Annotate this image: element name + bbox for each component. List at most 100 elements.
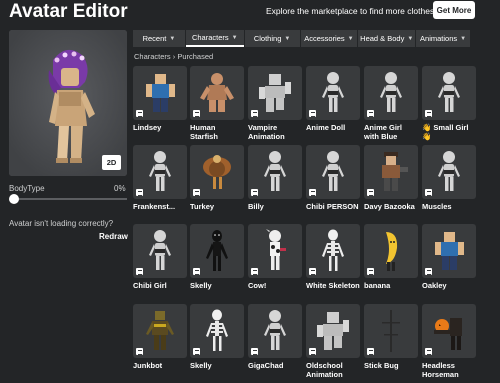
tab-label: Characters (191, 33, 229, 42)
owned-badge-icon (251, 348, 258, 355)
tab-label: Head & Body (360, 34, 405, 43)
tab-animations[interactable]: Animations ▼ (416, 30, 470, 47)
character-card[interactable]: Billy (248, 145, 302, 211)
character-card[interactable]: Oakley (422, 224, 476, 290)
character-card[interactable]: Junkbot (133, 304, 187, 370)
character-card[interactable]: Davy Bazooka (364, 145, 418, 211)
owned-badge-icon (309, 110, 316, 117)
character-card[interactable]: banana (364, 224, 418, 290)
character-name: Cow! (248, 281, 267, 290)
character-thumbnail[interactable] (364, 145, 418, 199)
character-card[interactable]: Cow! (248, 224, 302, 290)
character-thumbnail[interactable] (133, 66, 187, 120)
character-thumbnail[interactable] (248, 304, 302, 358)
tab-label: Recent (142, 34, 167, 43)
character-thumbnail[interactable] (422, 304, 476, 358)
character-thumbnail[interactable] (364, 66, 418, 120)
tab-head-body[interactable]: Head & Body ▼ (358, 30, 416, 47)
character-name: Anime Doll (306, 123, 346, 132)
character-card[interactable]: Turkey (190, 145, 244, 211)
character-card[interactable]: Headless Horseman (422, 304, 476, 379)
character-thumbnail[interactable] (190, 145, 244, 199)
item-grid: Lindsey Human Starfish Vampire Animation An… (133, 66, 476, 383)
character-card[interactable]: Anime Girl with Blue (364, 66, 418, 141)
character-card[interactable]: Frankenst... (133, 145, 187, 211)
owned-badge-icon (309, 189, 316, 196)
character-name: White Skeleton (306, 281, 360, 290)
owned-badge-icon (193, 268, 200, 275)
chevron-down-icon: ▼ (407, 35, 414, 42)
character-card[interactable]: Chibi PERSON (306, 145, 360, 211)
owned-badge-icon (193, 110, 200, 117)
chevron-down-icon: ▼ (347, 35, 354, 42)
get-more-button[interactable]: Get More (433, 1, 475, 19)
character-thumbnail[interactable] (190, 304, 244, 358)
character-thumbnail[interactable] (364, 304, 418, 358)
redraw-button[interactable]: Redraw (99, 232, 128, 241)
character-thumbnail[interactable] (190, 224, 244, 278)
chevron-down-icon: ▼ (284, 35, 291, 42)
tab-characters[interactable]: Characters ▼ (185, 30, 244, 47)
character-card[interactable]: Human Starfish (190, 66, 244, 141)
character-thumbnail[interactable] (248, 224, 302, 278)
character-thumbnail[interactable] (190, 66, 244, 120)
character-card[interactable]: White Skeleton (306, 224, 360, 290)
character-thumbnail[interactable] (364, 224, 418, 278)
breadcrumb: Characters › Purchased (134, 52, 214, 61)
bodytype-slider-track[interactable] (12, 198, 127, 200)
bodytype-label: BodyType (9, 184, 45, 193)
loading-help-text: Avatar isn't loading correctly? (9, 219, 114, 228)
tab-recent[interactable]: Recent ▼ (133, 30, 185, 47)
character-thumbnail[interactable] (306, 224, 360, 278)
owned-badge-icon (136, 110, 143, 117)
character-thumbnail[interactable] (422, 145, 476, 199)
character-card[interactable]: Skelly (190, 304, 244, 370)
character-card[interactable]: Chibi Girl (133, 224, 187, 290)
character-thumbnail[interactable] (133, 304, 187, 358)
owned-badge-icon (367, 110, 374, 117)
character-card[interactable]: Oldschool Animation (306, 304, 360, 379)
character-card[interactable]: Skelly (190, 224, 244, 290)
character-thumbnail[interactable] (422, 66, 476, 120)
character-thumbnail[interactable] (133, 145, 187, 199)
character-card[interactable]: Vampire Animation (248, 66, 302, 141)
bodytype-value: 0% (114, 184, 126, 193)
character-card[interactable]: 👋 Small Girl 👋 (422, 66, 476, 141)
character-card[interactable]: GigaChad (248, 304, 302, 370)
character-thumbnail[interactable] (306, 66, 360, 120)
character-thumbnail[interactable] (133, 224, 187, 278)
character-card[interactable]: Muscles (422, 145, 476, 211)
character-card[interactable]: Lindsey (133, 66, 187, 132)
character-name: Turkey (190, 202, 215, 211)
character-name: Chibi Girl (133, 281, 167, 290)
tab-clothing[interactable]: Clothing ▼ (244, 30, 300, 47)
character-thumbnail[interactable] (248, 145, 302, 199)
character-name: Human Starfish (190, 123, 218, 141)
character-card[interactable]: Anime Doll (306, 66, 360, 132)
tab-accessories[interactable]: Accessories ▼ (300, 30, 358, 47)
character-thumbnail[interactable] (306, 145, 360, 199)
character-card[interactable]: Stick Bug (364, 304, 418, 370)
character-thumbnail[interactable] (248, 66, 302, 120)
character-name: Skelly (190, 281, 212, 290)
character-name: 👋 Small Girl 👋 (422, 123, 469, 141)
avatar-preview[interactable]: 2D (9, 30, 127, 176)
character-name: Skelly (190, 361, 212, 370)
character-thumbnail[interactable] (422, 224, 476, 278)
owned-badge-icon (136, 348, 143, 355)
character-name: Muscles (422, 202, 452, 211)
page-title: Avatar Editor (9, 1, 128, 22)
owned-badge-icon (425, 268, 432, 275)
owned-badge-icon (309, 268, 316, 275)
character-name: Junkbot (133, 361, 163, 370)
character-thumbnail[interactable] (306, 304, 360, 358)
chevron-down-icon: ▼ (460, 35, 467, 42)
tab-label: Animations (420, 34, 458, 43)
character-name: Vampire Animation (248, 123, 285, 141)
character-name: Frankenst... (133, 202, 176, 211)
tab-label: Clothing (253, 34, 282, 43)
owned-badge-icon (367, 189, 374, 196)
bodytype-slider-thumb[interactable] (9, 194, 19, 204)
toggle-2d-button[interactable]: 2D (102, 155, 121, 170)
tab-label: Accessories (304, 34, 345, 43)
